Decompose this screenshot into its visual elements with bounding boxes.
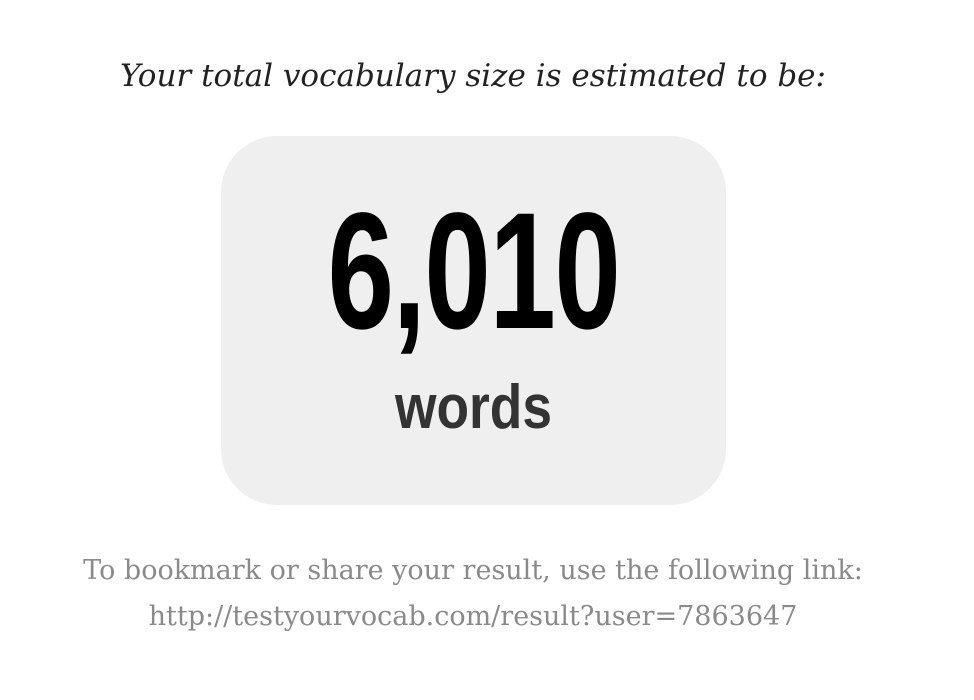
vocabulary-unit: words bbox=[394, 373, 553, 442]
result-box: 6,010 words bbox=[221, 136, 726, 505]
share-result-link[interactable]: http://testyourvocab.com/result?user=786… bbox=[0, 594, 946, 640]
share-instructions: To bookmark or share your result, use th… bbox=[83, 555, 863, 586]
result-headline: Your total vocabulary size is estimated … bbox=[120, 58, 826, 94]
vocabulary-count: 6,010 bbox=[327, 179, 621, 364]
